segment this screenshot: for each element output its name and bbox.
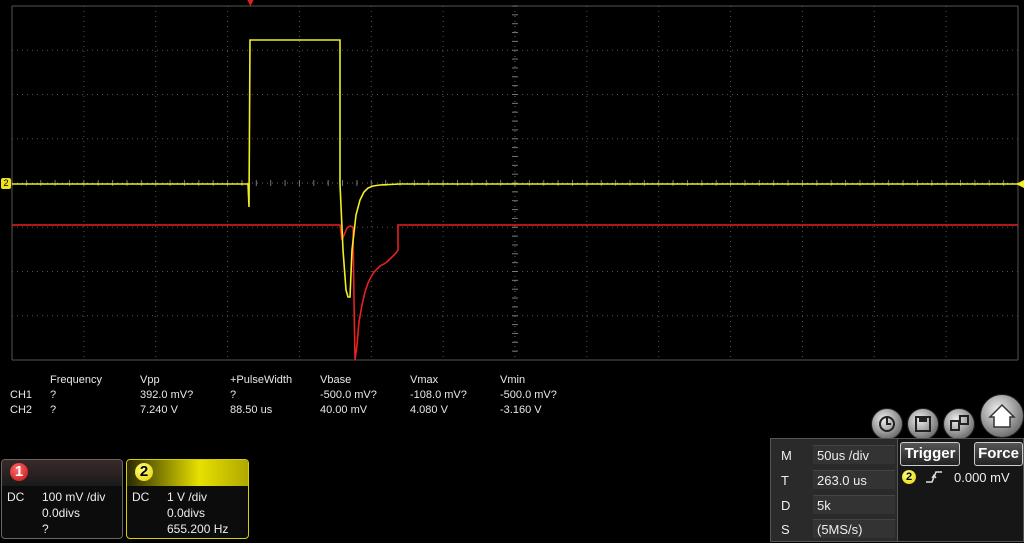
horizontal-key: D: [781, 498, 791, 513]
channel2-panel[interactable]: 2 DC 1 V /div 0.0divs 655.200 Hz: [126, 459, 249, 539]
measure-value: 7.240 V: [140, 404, 178, 416]
home-icon[interactable]: [980, 394, 1024, 438]
horizontal-row-trigger-time[interactable]: T 263.0 us: [773, 470, 895, 491]
horizontal-row-depth[interactable]: D 5k: [773, 495, 895, 516]
horizontal-row-timebase[interactable]: M 50us /div: [773, 445, 895, 466]
screen-copy-icon[interactable]: [943, 408, 975, 440]
channel2-offset: 0.0divs: [167, 506, 206, 520]
measure-value: ?: [50, 404, 57, 416]
horizontal-value: 263.0 us: [813, 470, 895, 489]
measure-value: 40.00 mV: [320, 404, 368, 416]
measure-value: 4.080 V: [410, 404, 448, 416]
measurement-table: Frequency Vpp +PulseWidth Vbase Vmax Vmi…: [0, 372, 600, 417]
channel2-badge: 2: [135, 463, 153, 481]
measure-header: +PulseWidth: [230, 374, 293, 386]
channel2-level-marker[interactable]: 2: [1, 178, 11, 189]
measure-header: Vmax: [410, 374, 439, 386]
scope-screen: ▼ 2 Frequency Vpp +PulseWidth Vbase Vmax…: [0, 0, 1024, 543]
force-button[interactable]: Force: [974, 442, 1023, 466]
trigger-level-arrow[interactable]: [1016, 180, 1024, 188]
trigger-button[interactable]: Trigger: [900, 442, 960, 466]
horizontal-key: S: [781, 522, 790, 537]
channel2-scale: 1 V /div: [167, 490, 208, 504]
measure-row-label: CH1: [10, 389, 33, 401]
channel1-scale: 100 mV /div: [42, 490, 106, 504]
horizontal-key: T: [781, 473, 789, 488]
measure-value: -3.160 V: [500, 404, 542, 416]
auto-scale-icon[interactable]: [871, 408, 903, 440]
horizontal-value: (5MS/s): [813, 519, 895, 538]
channel2-frequency: 655.200 Hz: [167, 522, 229, 536]
measure-header: Vbase: [320, 374, 352, 386]
trigger-level: 0.000 mV: [954, 470, 1010, 485]
channel1-frequency: ?: [42, 522, 49, 536]
measure-value: -500.0 mV?: [500, 389, 557, 401]
measure-value: ?: [50, 389, 57, 401]
horizontal-value: 5k: [813, 495, 895, 514]
horizontal-key: M: [781, 448, 792, 463]
measure-value: ?: [230, 389, 237, 401]
trigger-position-marker[interactable]: ▼: [245, 0, 256, 9]
measure-row-label: CH2: [10, 404, 33, 416]
channel2-coupling: DC: [132, 490, 150, 504]
channel1-offset: 0.0divs: [42, 506, 81, 520]
channel2-trace: [12, 39, 1020, 298]
measure-value: -108.0 mV?: [410, 389, 467, 401]
measure-header: Vmin: [500, 374, 526, 386]
trigger-panel[interactable]: Trigger Force 2 0.000 mV: [897, 438, 1024, 542]
channel1-coupling: DC: [7, 490, 25, 504]
trigger-source-badge: 2: [902, 470, 916, 484]
measure-value: 392.0 mV?: [140, 389, 194, 401]
horizontal-panel[interactable]: M 50us /div T 263.0 us D 5k S (5MS/s): [770, 438, 898, 542]
measure-value: 88.50 us: [230, 404, 273, 416]
channel1-badge: 1: [10, 463, 28, 481]
channel1-panel[interactable]: 1 DC 100 mV /div 0.0divs ?: [1, 459, 123, 539]
save-icon[interactable]: [907, 408, 939, 440]
horizontal-value: 50us /div: [813, 445, 895, 464]
horizontal-row-samplerate[interactable]: S (5MS/s): [773, 519, 895, 540]
measure-header: Vpp: [140, 374, 160, 386]
measure-value: -500.0 mV?: [320, 389, 377, 401]
measure-header: Frequency: [50, 374, 102, 386]
rising-edge-icon: [926, 471, 942, 483]
